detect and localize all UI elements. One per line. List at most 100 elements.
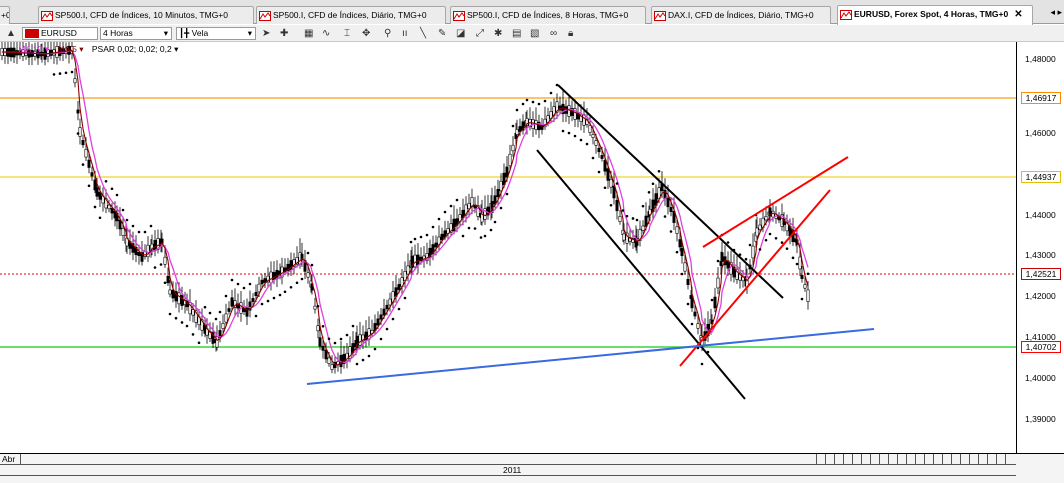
candle-body [358,334,362,346]
tab-dax-daily[interactable]: DAX.I, CFD de Índices, Diário, TMG+0 [651,6,831,24]
symbol-selector[interactable]: EURUSD [22,27,98,40]
candle-body [751,245,755,259]
candle-body [316,325,320,332]
tab-label: DAX.I, CFD de Índices, Diário, TMG+0 [668,10,814,20]
template-icon[interactable]: ▤ [512,27,521,40]
candle-body [81,140,85,146]
time-cell [834,454,843,465]
fibonacci-icon[interactable]: ⤢ [476,27,484,40]
psar-dot [437,217,441,221]
candle-body [669,207,673,212]
grid-icon[interactable]: ▦ [304,27,313,40]
psar-dot [549,91,553,95]
psar-dot [361,358,365,362]
chevron-down-icon: ▾ [247,28,252,38]
line-tool-icon[interactable]: ╲ [420,27,426,40]
candle-body [467,202,471,210]
tab-sp500-10min[interactable]: SP500.I, CFD de Índices, 10 Minutos, TMG… [38,6,254,24]
psar-dot [168,312,172,316]
legend-ma5[interactable]: MA 5 ▾ [57,44,83,54]
price-marker-orange: 1,46917 [1021,92,1061,104]
time-cell [879,454,888,465]
candle-body [434,242,438,248]
move-icon[interactable]: ✥ [362,27,370,40]
chart-type-select[interactable]: ┃╋ Vela ▾ [176,27,256,40]
legend-ma10[interactable]: MA 10 ▾ [18,44,49,54]
psar-dot [197,341,201,345]
close-icon[interactable]: ✕ [1014,6,1022,23]
psar-dot [635,218,639,222]
psar-dot [248,282,252,286]
psar-dot [680,272,684,276]
layers-icon[interactable]: ▧ [530,27,539,40]
psar-dot [110,187,114,191]
bracket-icon[interactable]: ⌶ [344,27,350,40]
psar-dot [425,233,429,237]
time-axis[interactable]: Abr 2011 [0,453,1064,483]
candle-body [675,226,679,234]
indicators-icon[interactable]: ∿ [322,27,330,40]
candle-body [600,155,604,159]
collapse-icon[interactable]: ▲ [6,27,16,40]
crosshair-icon[interactable]: ✚ [280,27,288,40]
psar-dot [461,234,465,238]
legend-psar[interactable]: PSAR 0,02; 0,02; 0,2 ▾ [92,44,179,54]
psar-dot [651,182,655,186]
tab-eurusd-4h[interactable]: EURUSD, Forex Spot, 4 Horas, TMG+0 ✕ [837,5,1033,25]
chart-icon [41,10,53,21]
chart-icon [840,9,852,20]
price-chart[interactable] [0,28,1016,453]
psar-dot [591,156,595,160]
lock-icon[interactable]: 🔒︎ [568,27,573,40]
candle-body [191,309,195,316]
candle-body [385,304,389,310]
pen-icon[interactable]: ✎ [438,27,446,40]
psar-dot [339,337,343,341]
psar-dot [641,204,645,208]
candle-body [84,148,88,158]
psar-dot [543,99,547,103]
tab-scroll-arrows-icon[interactable]: ◂ ▸ [1050,7,1062,18]
candle-body [376,318,380,326]
psar-dot [115,193,119,197]
psar-dot [260,302,264,306]
psar-dot [174,316,178,320]
chart-canvas[interactable] [0,28,1016,453]
candle-body [171,289,175,299]
time-cell [897,454,906,465]
pattern-icon[interactable]: ✱ [494,27,502,40]
candle-body [764,216,768,221]
psar-dot [473,227,477,230]
price-axis[interactable]: 1,48000 1,46000 1,44000 1,43000 1,42000 … [1016,42,1064,453]
tab-sp500-daily[interactable]: SP500.I, CFD de Índices, Diário, TMG+0 [256,6,446,24]
psar-dot [327,337,331,341]
candle-body [588,125,592,133]
candle-body [269,271,273,284]
wedge-upper-line [702,156,849,248]
zoom-icon[interactable]: ⚲ [384,27,391,40]
link-icon[interactable]: ∞ [550,27,557,40]
candle-body [180,295,184,306]
timeframe-select[interactable]: 4 Horas ▾ [100,27,172,40]
psar-dot [537,102,541,106]
tab-partial[interactable]: +0 [0,6,10,24]
candle-body [227,308,231,312]
candle-body [713,296,717,309]
psar-dot [159,263,163,266]
candle-body [800,275,804,279]
candle-body [73,78,77,84]
chart-toolbar: ▲ EURUSD 4 Horas ▾ ┃╋ Vela ▾ ➤ ✚ ▦ ∿ ⌶ ✥ ⚲… [0,25,1064,42]
time-cell [960,454,969,465]
shape-icon[interactable]: ◪ [456,27,465,40]
month-label: Abr [2,454,16,464]
tab-sp500-8h[interactable]: SP500.I, CFD de Índices, 8 Horas, TMG+0 [450,6,646,24]
candle-body [686,278,690,286]
bars-icon[interactable]: ıı [402,27,408,40]
psar-dot [379,337,383,341]
candle-body [137,251,141,257]
price-marker-yellow: 1,44937 [1021,171,1061,183]
psar-dot [690,322,694,326]
psar-dot [230,278,234,282]
cursor-icon[interactable]: ➤ [262,27,270,40]
trading-app: +0 SP500.I, CFD de Índices, 10 Minutos, … [0,0,1064,483]
